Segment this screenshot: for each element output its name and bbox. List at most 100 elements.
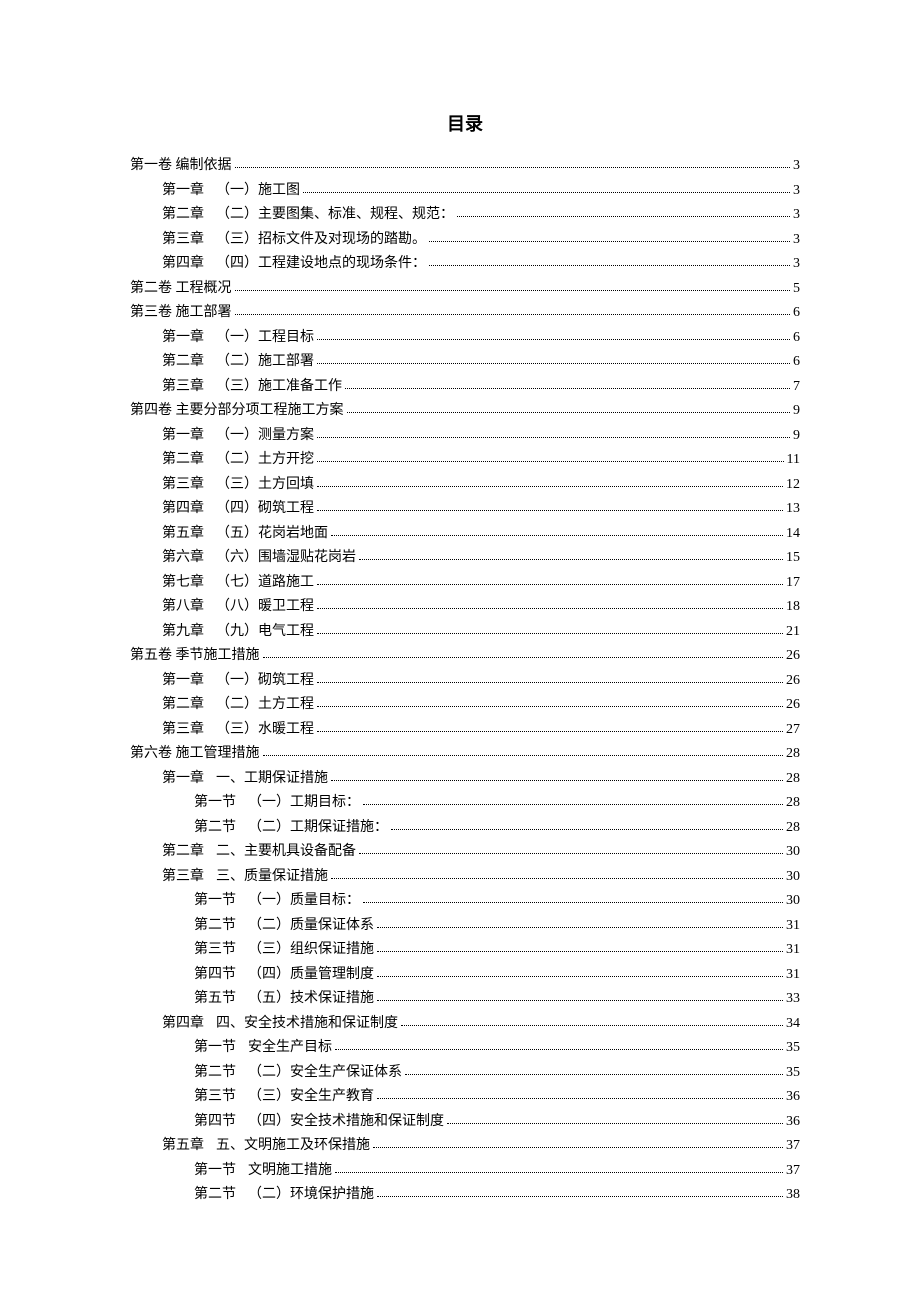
- toc-leader-dots: [317, 671, 783, 683]
- toc-entry-label: 第七章（七）道路施工: [162, 571, 314, 596]
- toc-entry: 第三章三、质量保证措施30: [130, 865, 800, 890]
- toc-entry: 第二卷 工程概况5: [130, 277, 800, 302]
- toc-entry-page: 6: [793, 350, 800, 375]
- toc-entry-prefix: 第五章: [162, 1138, 204, 1153]
- toc-leader-dots: [377, 989, 783, 1001]
- toc-entry-label: 第二章（二）土方工程: [162, 693, 314, 718]
- toc-entry-page: 28: [786, 816, 800, 841]
- toc-leader-dots: [405, 1063, 783, 1075]
- toc-entry-prefix: 第三节: [194, 942, 236, 957]
- toc-entry-label: 第三章（三）施工准备工作: [162, 375, 342, 400]
- toc-entry-label: 第三章（三）土方回填: [162, 473, 314, 498]
- toc-leader-dots: [235, 279, 791, 291]
- toc-entry: 第四节（四）安全技术措施和保证制度36: [130, 1110, 800, 1135]
- toc-entry-page: 21: [786, 620, 800, 645]
- toc-entry-label: 第五章五、文明施工及环保措施: [162, 1134, 370, 1159]
- toc-entry-prefix: 第一章: [162, 183, 204, 198]
- toc-entry: 第二节（二）环境保护措施38: [130, 1183, 800, 1208]
- toc-entry-prefix: 第三章: [162, 232, 204, 247]
- toc-entry-prefix: 第三章: [162, 477, 204, 492]
- toc-entry-prefix: 第一节: [194, 795, 236, 810]
- toc-entry-page: 11: [787, 448, 800, 473]
- toc-entry-page: 3: [793, 203, 800, 228]
- toc-entry-page: 38: [786, 1183, 800, 1208]
- toc-entry: 第九章（九）电气工程21: [130, 620, 800, 645]
- toc-entry: 第五章（五）花岗岩地面14: [130, 522, 800, 547]
- toc-entry-prefix: 第二章: [162, 844, 204, 859]
- toc-entry-prefix: 第四章: [162, 256, 204, 271]
- toc-entry-prefix: 第五节: [194, 991, 236, 1006]
- toc-entry-label: 第三章（三）招标文件及对现场的踏勘。: [162, 228, 426, 253]
- toc-leader-dots: [429, 230, 790, 242]
- toc-leader-dots: [331, 524, 783, 536]
- page-title: 目录: [130, 110, 800, 136]
- toc-leader-dots: [457, 205, 790, 217]
- toc-entry-page: 31: [786, 938, 800, 963]
- toc-entry-page: 17: [786, 571, 800, 596]
- toc-entry-prefix: 第七章: [162, 575, 204, 590]
- toc-entry-prefix: 第一节: [194, 893, 236, 908]
- toc-entry-page: 13: [786, 497, 800, 522]
- toc-entry-prefix: 第一节: [194, 1163, 236, 1178]
- toc-entry-label: 第三卷 施工部署: [130, 301, 232, 326]
- toc-entry: 第二节（二）安全生产保证体系35: [130, 1061, 800, 1086]
- toc-entry: 第三章（三）水暖工程27: [130, 718, 800, 743]
- toc-entry-prefix: 第二节: [194, 918, 236, 933]
- toc-entry: 第五节（五）技术保证措施33: [130, 987, 800, 1012]
- toc-entry-page: 26: [786, 644, 800, 669]
- toc-entry: 第四节（四）质量管理制度31: [130, 963, 800, 988]
- toc-leader-dots: [317, 499, 783, 511]
- toc-entry-label: 第四卷 主要分部分项工程施工方案: [130, 399, 344, 424]
- toc-entry-prefix: 第六章: [162, 550, 204, 565]
- toc-entry-prefix: 第八章: [162, 599, 204, 614]
- toc-leader-dots: [317, 720, 783, 732]
- toc-entry: 第一章（一）施工图3: [130, 179, 800, 204]
- toc-entry-label: 第五卷 季节施工措施: [130, 644, 260, 669]
- toc-entry: 第一节（一）工期目标：28: [130, 791, 800, 816]
- toc-entry-label: 第四节（四）质量管理制度: [194, 963, 374, 988]
- toc-entry-prefix: 第一章: [162, 673, 204, 688]
- toc-leader-dots: [317, 328, 790, 340]
- toc-entry-prefix: 第三节: [194, 1089, 236, 1104]
- toc-entry-page: 3: [793, 252, 800, 277]
- toc-leader-dots: [391, 818, 783, 830]
- toc-entry-page: 27: [786, 718, 800, 743]
- toc-leader-dots: [235, 156, 791, 168]
- toc-entry-page: 12: [786, 473, 800, 498]
- toc-entry-label: 第一章（一）工程目标: [162, 326, 314, 351]
- toc-leader-dots: [317, 597, 783, 609]
- toc-entry-page: 26: [786, 693, 800, 718]
- toc-entry: 第四章四、安全技术措施和保证制度34: [130, 1012, 800, 1037]
- toc-entry: 第二章二、主要机具设备配备30: [130, 840, 800, 865]
- toc-leader-dots: [373, 1136, 783, 1148]
- toc-entry: 第三章（三）施工准备工作7: [130, 375, 800, 400]
- toc-entry: 第五卷 季节施工措施 26: [130, 644, 800, 669]
- toc-entry: 第一节文明施工措施37: [130, 1159, 800, 1184]
- toc-entry-prefix: 第三章: [162, 379, 204, 394]
- toc-entry: 第七章（七）道路施工 17: [130, 571, 800, 596]
- toc-entry-page: 30: [786, 840, 800, 865]
- toc-entry-prefix: 第四章: [162, 501, 204, 516]
- toc-leader-dots: [335, 1161, 783, 1173]
- toc-entry-prefix: 第五章: [162, 526, 204, 541]
- toc-entry-page: 34: [786, 1012, 800, 1037]
- toc-leader-dots: [359, 842, 783, 854]
- toc-entry-label: 第一节文明施工措施: [194, 1159, 332, 1184]
- toc-entry-page: 30: [786, 865, 800, 890]
- toc-entry: 第五章五、文明施工及环保措施37: [130, 1134, 800, 1159]
- toc-entry-label: 第三节（三）组织保证措施: [194, 938, 374, 963]
- toc-entry-prefix: 第二节: [194, 1065, 236, 1080]
- toc-leader-dots: [331, 867, 783, 879]
- toc-entry: 第一章一、工期保证措施28: [130, 767, 800, 792]
- toc-entry-prefix: 第四节: [194, 1114, 236, 1129]
- toc-entry-prefix: 第一章: [162, 771, 204, 786]
- toc-entry-page: 9: [793, 424, 800, 449]
- toc-leader-dots: [377, 940, 783, 952]
- toc-entry: 第二节（二）质量保证体系31: [130, 914, 800, 939]
- toc-entry: 第四卷 主要分部分项工程施工方案9: [130, 399, 800, 424]
- toc-leader-dots: [447, 1112, 783, 1124]
- toc-entry-label: 第二节（二）工期保证措施：: [194, 816, 388, 841]
- toc-entry: 第一章（一）测量方案9: [130, 424, 800, 449]
- toc-leader-dots: [345, 377, 790, 389]
- toc-entry-page: 14: [786, 522, 800, 547]
